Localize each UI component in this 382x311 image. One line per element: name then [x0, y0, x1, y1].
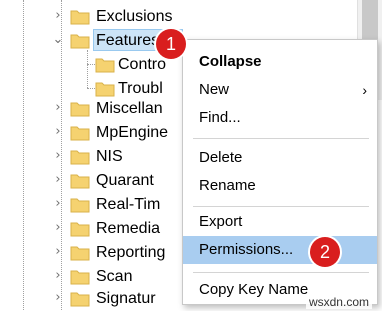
chevron-right-icon[interactable]: ›: [51, 99, 65, 117]
tree-item-label: NIS: [96, 148, 123, 165]
context-menu: Collapse New › Find... Delete Rename Exp…: [182, 39, 378, 305]
tree-item-reporting[interactable]: › Reporting: [0, 241, 190, 265]
folder-icon: [70, 174, 90, 189]
tree-item-real-time-protection[interactable]: › Real-Tim: [0, 193, 190, 217]
tree-item-label: Troubl: [118, 80, 163, 97]
tree-item-label: Miscellan: [96, 100, 163, 117]
menu-item-label: Collapse: [199, 53, 262, 70]
tree-item-miscellaneous[interactable]: › Miscellan: [0, 97, 190, 121]
tree-item-remediation[interactable]: › Remedia: [0, 217, 190, 241]
chevron-right-icon[interactable]: ›: [51, 289, 65, 307]
folder-icon: [70, 10, 90, 25]
menu-item-label: Rename: [199, 177, 256, 194]
menu-item-rename[interactable]: Rename: [183, 172, 377, 200]
menu-item-label: Permissions...: [199, 241, 294, 258]
tree-item-label: Quarant: [96, 172, 154, 189]
tree-item-signature-updates[interactable]: › Signatur: [0, 287, 190, 311]
chevron-right-icon[interactable]: ›: [51, 147, 65, 165]
folder-icon: [95, 58, 115, 73]
chevron-right-icon[interactable]: ›: [51, 171, 65, 189]
tree-item-mpengine[interactable]: › MpEngine: [0, 121, 190, 145]
folder-icon: [70, 270, 90, 285]
folder-icon: [70, 126, 90, 141]
tree-item-nis[interactable]: › NIS: [0, 145, 190, 169]
folder-icon: [70, 150, 90, 165]
chevron-right-icon[interactable]: ›: [51, 195, 65, 213]
tree-item-label: Features: [96, 32, 160, 49]
menu-item-label: Export: [199, 213, 243, 230]
tree-item-label: Reporting: [96, 244, 166, 261]
tree-item-label: MpEngine: [96, 124, 169, 141]
folder-icon: [70, 198, 90, 213]
step-2-callout: 2: [310, 237, 340, 267]
chevron-right-icon[interactable]: ›: [51, 243, 65, 261]
chevron-right-icon: ›: [362, 82, 367, 98]
folder-icon: [70, 222, 90, 237]
menu-separator: [193, 138, 369, 139]
menu-separator: [193, 206, 369, 207]
menu-item-label: New: [199, 81, 230, 98]
tree-item-label: Real-Tim: [96, 196, 161, 213]
menu-item-export[interactable]: Export: [183, 208, 377, 236]
menu-item-find[interactable]: Find...: [183, 104, 377, 132]
menu-item-permissions[interactable]: Permissions...: [183, 236, 377, 264]
chevron-right-icon[interactable]: ›: [51, 123, 65, 141]
tree-item-label: Exclusions: [96, 8, 173, 25]
tree-item-label: Scan: [96, 268, 133, 285]
menu-item-new[interactable]: New ›: [183, 76, 377, 104]
menu-item-label: Find...: [199, 109, 241, 126]
step-1-callout: 1: [156, 29, 186, 59]
folder-icon: [95, 82, 115, 97]
chevron-right-icon[interactable]: ›: [51, 219, 65, 237]
folder-icon: [70, 292, 90, 307]
menu-item-label: Copy Key Name: [199, 281, 309, 298]
tree-item-controlled-folder-access[interactable]: Contro: [0, 53, 190, 77]
tree-item-label: Remedia: [96, 220, 161, 237]
menu-item-delete[interactable]: Delete: [183, 144, 377, 172]
tree-item-label: Signatur: [96, 290, 156, 307]
tree-item-label: Contro: [118, 56, 167, 73]
folder-icon: [70, 246, 90, 261]
menu-separator: [193, 272, 369, 273]
menu-item-collapse[interactable]: Collapse: [183, 48, 377, 76]
chevron-right-icon[interactable]: ›: [51, 267, 65, 285]
folder-icon: [70, 102, 90, 117]
watermark: wsxdn.com: [305, 295, 372, 309]
chevron-right-icon[interactable]: ›: [51, 7, 65, 25]
tree-item-quarantine[interactable]: › Quarant: [0, 169, 190, 193]
chevron-down-icon[interactable]: ⌄: [51, 31, 65, 49]
tree-item-scan[interactable]: › Scan: [0, 265, 190, 289]
menu-item-label: Delete: [199, 149, 243, 166]
tree-item-exclusions[interactable]: › Exclusions: [0, 5, 190, 29]
folder-icon: [70, 34, 90, 49]
